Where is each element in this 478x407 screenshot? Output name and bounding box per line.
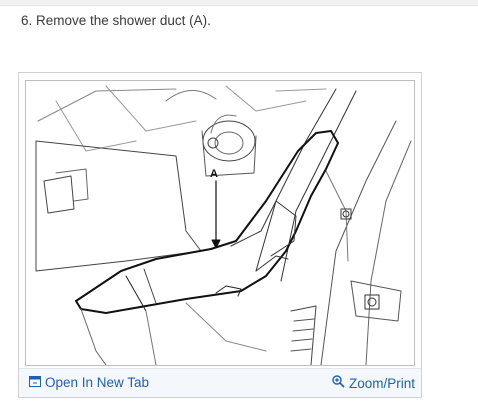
open-in-new-tab-label: Open In New Tab: [45, 375, 150, 390]
shower-duct-illustration[interactable]: A: [25, 80, 415, 366]
figure-card: A Open In New Tab Zoom/Print: [18, 72, 422, 398]
zoom-print-label: Zoom/Print: [348, 375, 415, 391]
open-in-new-tab-link[interactable]: Open In New Tab: [29, 375, 149, 390]
callout-label-a: A: [210, 168, 218, 180]
zoom-print-link[interactable]: Zoom/Print: [332, 375, 415, 391]
top-divider: [0, 0, 478, 6]
step-instruction: 6. Remove the shower duct (A).: [21, 13, 211, 28]
magnifier-plus-icon: [332, 375, 345, 391]
illustration-svg: A: [35, 85, 412, 365]
figure-footer: Open In New Tab Zoom/Print: [19, 368, 421, 397]
new-tab-icon: [29, 375, 41, 390]
